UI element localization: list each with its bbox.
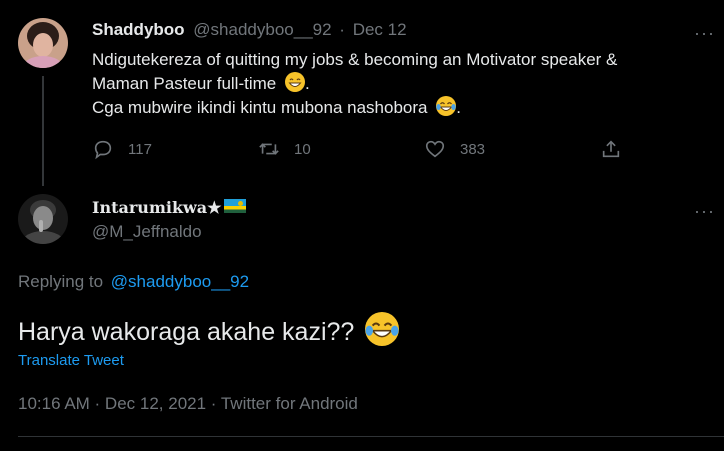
- main-tweet-author: Intarumikwa★: [92, 198, 246, 218]
- parent-avatar[interactable]: [18, 18, 68, 68]
- retweet-button[interactable]: 10: [258, 138, 311, 160]
- face-with-tears-of-joy-emoji: [436, 96, 457, 116]
- retweet-count: 10: [294, 140, 311, 158]
- reply-icon: [94, 140, 112, 160]
- like-count: 383: [460, 140, 486, 158]
- parent-handle[interactable]: @shaddyboo__92: [193, 20, 331, 39]
- parent-tweet-text: Ndigutekereza of quitting my jobs & beco…: [92, 48, 702, 120]
- parent-text-line-3: Cga mubwire ikindi kintu mubona nashobor…: [92, 96, 702, 120]
- face-with-tears-of-joy-emoji: [365, 312, 400, 346]
- replying-to-label: Replying to: [18, 272, 104, 291]
- retweet-icon: [259, 143, 279, 155]
- parent-text-line-2-end: .: [304, 74, 310, 93]
- like-button[interactable]: 383: [424, 138, 485, 160]
- parent-display-name[interactable]: Shaddyboo: [92, 20, 185, 39]
- heart-icon: [425, 140, 445, 158]
- translate-tweet-link[interactable]: Translate Tweet: [18, 352, 124, 369]
- parent-text-line-3-end: .: [456, 98, 461, 117]
- main-display-name[interactable]: Intarumikwa★: [92, 198, 222, 217]
- thread-connector-line: [42, 76, 44, 186]
- parent-text-line-3-body: Cga mubwire ikindi kintu mubona nashobor…: [92, 98, 428, 117]
- replying-to-handle[interactable]: @shaddyboo__92: [111, 272, 249, 291]
- parent-tweet-header: Shaddyboo @shaddyboo__92 · Dec 12: [92, 20, 407, 40]
- main-handle[interactable]: @M_Jeffnaldo: [92, 222, 202, 242]
- parent-text-line-2: Maman Pasteur full-time .: [92, 72, 702, 96]
- main-more-button[interactable]: ···: [694, 202, 715, 220]
- bottom-divider: [18, 436, 724, 437]
- share-button[interactable]: [600, 138, 622, 160]
- share-icon: [602, 140, 620, 158]
- rwanda-flag-emoji: [223, 199, 246, 213]
- reply-button[interactable]: 117: [92, 138, 152, 160]
- replying-to-line: Replying to @shaddyboo__92: [18, 272, 249, 292]
- parent-text-line-2-body: Maman Pasteur full-time: [92, 74, 277, 93]
- reply-count: 117: [128, 140, 152, 158]
- parent-separator: ·: [339, 20, 345, 39]
- parent-more-button[interactable]: ···: [694, 24, 715, 42]
- tweet-meta: 10:16 AM · Dec 12, 2021 · Twitter for An…: [18, 394, 358, 413]
- main-tweet-text: Harya wakoraga akahe kazi??: [18, 312, 400, 347]
- grinning-face-emoji: [284, 72, 305, 92]
- main-avatar[interactable]: [18, 194, 68, 244]
- parent-text-line-1: Ndigutekereza of quitting my jobs & beco…: [92, 50, 618, 69]
- parent-date[interactable]: Dec 12: [353, 20, 407, 39]
- main-tweet-text-body: Harya wakoraga akahe kazi??: [18, 318, 355, 346]
